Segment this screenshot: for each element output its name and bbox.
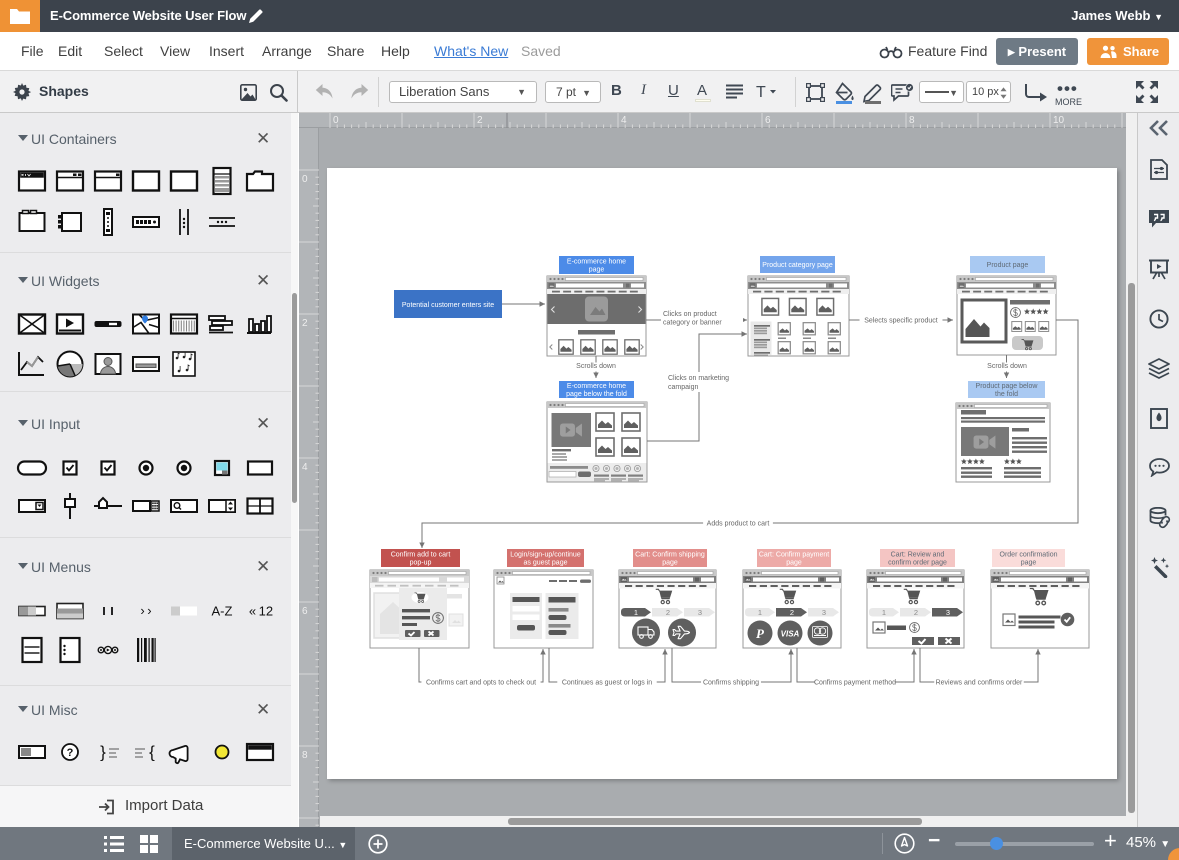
svg-text:page: page <box>662 560 678 567</box>
svg-text:Confirm add to cart: Confirm add to cart <box>391 552 451 559</box>
svg-text:page: page <box>1021 560 1037 567</box>
svg-text:Clicks on marketing: Clicks on marketing <box>668 375 729 382</box>
svg-text:Login/sign-up/continue: Login/sign-up/continue <box>510 552 581 559</box>
svg-text:2: 2 <box>302 318 308 329</box>
svg-text:2: 2 <box>790 608 794 617</box>
svg-text:6: 6 <box>302 606 308 617</box>
svg-text:?: ? <box>67 747 74 759</box>
svg-text:Reviews and confirms order: Reviews and confirms order <box>936 680 1023 687</box>
svg-text:› ›: › › <box>140 603 151 618</box>
svg-text:Cart: Confirm shipping: Cart: Confirm shipping <box>635 552 705 559</box>
svg-text:Continues as guest or logs in: Continues as guest or logs in <box>562 680 652 687</box>
svg-text:Confirms shipping: Confirms shipping <box>703 680 759 687</box>
svg-text:confirm order page: confirm order page <box>888 560 947 567</box>
svg-text:0: 0 <box>302 174 308 185</box>
svg-text:{: { <box>149 743 155 762</box>
svg-text:as guest page: as guest page <box>524 560 568 567</box>
svg-text:A-Z: A-Z <box>212 604 233 619</box>
svg-text:Product page below: Product page below <box>976 383 1039 390</box>
svg-text:Scrolls down: Scrolls down <box>576 363 616 370</box>
svg-text:2: 2 <box>914 608 918 617</box>
svg-text:Adds product to cart: Adds product to cart <box>707 521 770 528</box>
svg-text:}: } <box>100 743 106 762</box>
svg-text:E-commerce home: E-commerce home <box>567 259 626 266</box>
svg-text:P: P <box>756 626 765 641</box>
svg-text:« 12: « 12 <box>249 604 273 619</box>
svg-text:8: 8 <box>909 115 915 126</box>
svg-text:1: 1 <box>634 608 638 617</box>
svg-text:campaign: campaign <box>668 384 698 391</box>
svg-text:Order confirmation: Order confirmation <box>1000 552 1058 559</box>
svg-text:E-commerce home: E-commerce home <box>567 383 626 390</box>
svg-text:pop-up: pop-up <box>410 560 432 567</box>
svg-text:VISA: VISA <box>781 630 800 639</box>
svg-text:1: 1 <box>758 608 762 617</box>
svg-text:3: 3 <box>946 608 950 617</box>
svg-text:Confirms payment method: Confirms payment method <box>814 680 896 687</box>
svg-text:Selects specific product: Selects specific product <box>864 318 938 325</box>
svg-text:Product category page: Product category page <box>762 262 833 269</box>
svg-text:category or banner: category or banner <box>663 320 722 327</box>
svg-text:4: 4 <box>302 462 308 473</box>
svg-text:Product page: Product page <box>987 262 1029 269</box>
svg-text:page: page <box>589 267 605 274</box>
svg-text:Confirms cart and opts to chec: Confirms cart and opts to check out <box>426 680 536 687</box>
svg-text:8: 8 <box>302 750 308 761</box>
svg-text:4: 4 <box>621 115 627 126</box>
svg-text:6: 6 <box>765 115 771 126</box>
svg-text:2: 2 <box>477 115 483 126</box>
svg-text:3: 3 <box>822 608 826 617</box>
svg-text:1: 1 <box>882 608 886 617</box>
svg-text:2: 2 <box>666 608 670 617</box>
svg-text:Potential customer enters site: Potential customer enters site <box>402 302 494 309</box>
svg-text:page: page <box>786 560 802 567</box>
svg-text:Scrolls down: Scrolls down <box>987 363 1027 370</box>
svg-text:T: T <box>756 84 766 100</box>
svg-text:0: 0 <box>333 115 339 126</box>
svg-text:Clicks on product: Clicks on product <box>663 311 717 318</box>
svg-text:3: 3 <box>698 608 702 617</box>
svg-text:page below the fold: page below the fold <box>566 391 627 398</box>
svg-text:Cart: Review and: Cart: Review and <box>891 552 945 559</box>
svg-text:Cart: Confirm payment: Cart: Confirm payment <box>759 552 829 559</box>
svg-text:the fold: the fold <box>995 391 1018 398</box>
svg-text:10: 10 <box>1053 115 1065 126</box>
